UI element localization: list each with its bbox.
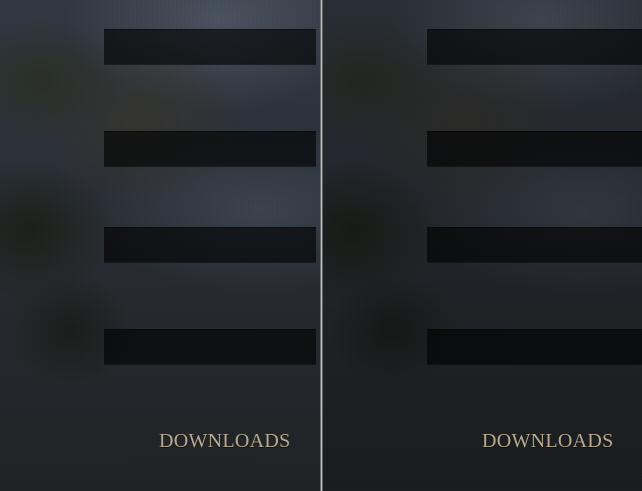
menu-bar-4[interactable] bbox=[104, 329, 316, 365]
downloads-comparison-view: DOWNLOADS DOWNLOADS bbox=[0, 0, 642, 491]
menu-bar-4[interactable] bbox=[427, 329, 642, 365]
menu-bar-3[interactable] bbox=[104, 227, 316, 263]
menu-bar-1[interactable] bbox=[427, 29, 642, 65]
right-panel: DOWNLOADS bbox=[323, 0, 642, 491]
downloads-link[interactable]: DOWNLOADS bbox=[482, 430, 614, 453]
menu-bar-2[interactable] bbox=[104, 131, 316, 167]
left-panel: DOWNLOADS bbox=[0, 0, 320, 491]
menu-bar-3[interactable] bbox=[427, 227, 642, 263]
menu-bar-2[interactable] bbox=[427, 131, 642, 167]
menu-bar-1[interactable] bbox=[104, 29, 316, 65]
downloads-link[interactable]: DOWNLOADS bbox=[159, 430, 291, 453]
